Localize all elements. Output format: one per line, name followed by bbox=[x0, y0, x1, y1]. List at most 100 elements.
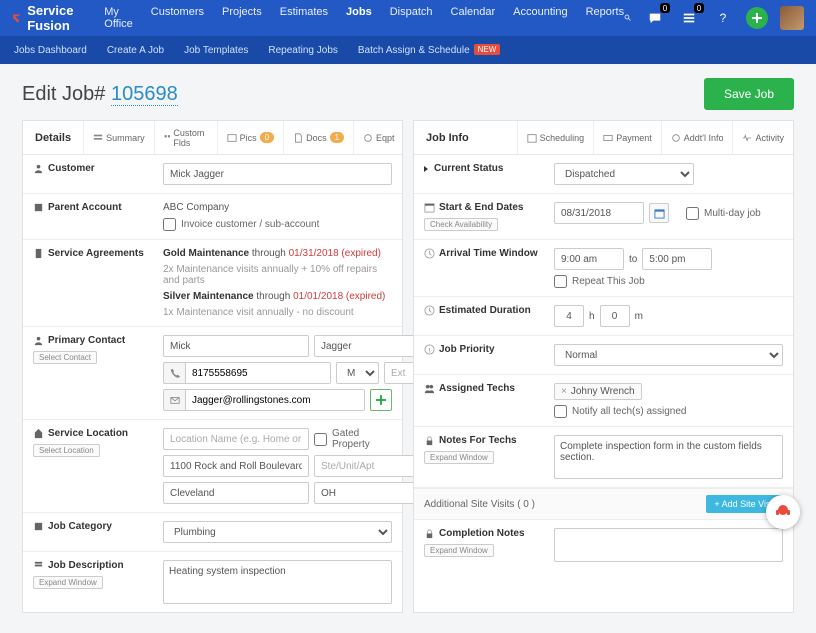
nav-jobs[interactable]: Jobs bbox=[346, 6, 372, 30]
sa-silver-sub: 1x Maintenance visit annually - no disco… bbox=[163, 307, 392, 318]
select-contact-button[interactable]: Select Contact bbox=[33, 351, 97, 364]
completion-notes-label: Completion Notes bbox=[439, 528, 525, 539]
subnav-job-templates[interactable]: Job Templates bbox=[184, 45, 248, 56]
save-button[interactable]: Save Job bbox=[704, 78, 794, 110]
customer-input[interactable] bbox=[163, 163, 392, 185]
chat-badge: 0 bbox=[660, 3, 670, 13]
service-agreements-label: Service Agreements bbox=[48, 248, 144, 259]
main-nav: My Office Customers Projects Estimates Jobs D… bbox=[104, 6, 624, 30]
invoice-sub-checkbox[interactable]: Invoice customer / sub-account bbox=[163, 218, 392, 231]
help-icon[interactable]: ? bbox=[712, 7, 734, 29]
user-avatar[interactable] bbox=[780, 6, 804, 30]
subnav-batch-assign-schedule[interactable]: Batch Assign & ScheduleNEW bbox=[358, 45, 500, 56]
clock-icon bbox=[424, 248, 435, 259]
select-location-button[interactable]: Select Location bbox=[33, 444, 100, 457]
tab-scheduling[interactable]: Scheduling bbox=[517, 121, 594, 154]
account-icon bbox=[33, 202, 44, 213]
nav-estimates[interactable]: Estimates bbox=[280, 6, 328, 30]
nav-dispatch[interactable]: Dispatch bbox=[390, 6, 433, 30]
gated-property-checkbox[interactable]: Gated Property bbox=[314, 428, 392, 450]
tab-payment[interactable]: Payment bbox=[593, 121, 661, 154]
notes-expand-button[interactable]: Expand Window bbox=[424, 451, 494, 464]
subnav-create-a-job[interactable]: Create A Job bbox=[107, 45, 164, 56]
street-input[interactable] bbox=[163, 455, 309, 477]
contact-phone-input[interactable] bbox=[163, 362, 331, 384]
tab-custom-fields[interactable]: Custom Flds bbox=[154, 121, 217, 154]
job-category-select[interactable]: Plumbing bbox=[163, 521, 392, 543]
arrival-to-input[interactable] bbox=[642, 248, 712, 270]
email-icon bbox=[170, 395, 180, 405]
city-input[interactable] bbox=[163, 482, 309, 504]
primary-contact-label: Primary Contact bbox=[48, 335, 125, 346]
start-date-input[interactable] bbox=[554, 202, 644, 224]
topbar: Service Fusion My OfficeCustomersProject… bbox=[0, 0, 816, 36]
jobinfo-title: Job Info bbox=[414, 132, 481, 144]
phone-type-select[interactable]: M bbox=[336, 362, 379, 384]
remove-tech-icon[interactable]: × bbox=[561, 386, 567, 397]
current-status-label: Current Status bbox=[434, 163, 503, 174]
tab-equipment[interactable]: Eqpt bbox=[353, 121, 404, 154]
subnav-jobs-dashboard[interactable]: Jobs Dashboard bbox=[14, 45, 87, 56]
list-badge: 0 bbox=[694, 3, 704, 13]
subnav-repeating-jobs[interactable]: Repeating Jobs bbox=[268, 45, 338, 56]
logo-icon bbox=[12, 10, 21, 26]
duration-icon bbox=[424, 305, 435, 316]
contact-icon bbox=[33, 335, 44, 346]
date-picker-button[interactable] bbox=[649, 203, 669, 223]
tab-summary[interactable]: Summary bbox=[83, 121, 154, 154]
to-label: to bbox=[629, 254, 637, 265]
job-number[interactable]: 105698 bbox=[111, 83, 178, 106]
list-icon[interactable]: 0 bbox=[678, 7, 700, 29]
notify-techs-checkbox[interactable]: Notify all tech(s) assigned bbox=[554, 405, 783, 418]
sa-silver: Silver Maintenance through 01/01/2018 (e… bbox=[163, 291, 392, 302]
location-name-input[interactable] bbox=[163, 428, 309, 450]
chat-icon[interactable]: 0 bbox=[644, 7, 666, 29]
current-status-select[interactable]: Dispatched bbox=[554, 163, 694, 185]
details-title: Details bbox=[23, 132, 83, 144]
nav-customers[interactable]: Customers bbox=[151, 6, 204, 30]
duration-mins-input[interactable] bbox=[600, 305, 630, 327]
sa-gold-sub: 2x Maintenance visits annually + 10% off… bbox=[163, 264, 392, 286]
estimated-duration-label: Estimated Duration bbox=[439, 305, 531, 316]
nav-accounting[interactable]: Accounting bbox=[513, 6, 567, 30]
check-availability-button[interactable]: Check Availability bbox=[424, 218, 498, 231]
priority-icon: ! bbox=[424, 344, 435, 355]
lock-icon bbox=[424, 435, 435, 446]
add-email-button[interactable] bbox=[370, 389, 392, 411]
duration-hours-input[interactable] bbox=[554, 305, 584, 327]
svg-text:!: ! bbox=[428, 347, 430, 354]
tab-activity[interactable]: Activity bbox=[732, 121, 793, 154]
search-icon[interactable] bbox=[624, 11, 632, 25]
add-button[interactable] bbox=[746, 7, 768, 29]
notes-for-techs-input[interactable]: Complete inspection form in the custom f… bbox=[554, 435, 783, 479]
start-end-dates-label: Start & End Dates bbox=[439, 202, 523, 213]
contact-email-input[interactable] bbox=[163, 389, 365, 411]
nav-reports[interactable]: Reports bbox=[586, 6, 625, 30]
job-description-input[interactable]: Heating system inspection bbox=[163, 560, 392, 604]
nav-projects[interactable]: Projects bbox=[222, 6, 262, 30]
description-icon bbox=[33, 560, 44, 571]
chevron-right-icon bbox=[424, 166, 428, 172]
tech-chip[interactable]: ×Johny Wrench bbox=[554, 383, 642, 400]
nav-calendar[interactable]: Calendar bbox=[451, 6, 496, 30]
topbar-icons: 0 0 ? bbox=[644, 6, 804, 30]
repeat-job-checkbox[interactable]: Repeat This Job bbox=[554, 275, 783, 288]
tab-pics[interactable]: Pics0 bbox=[217, 121, 283, 154]
sub-nav: Jobs Dashboard Create A Job Job Templates R… bbox=[0, 36, 816, 64]
desc-expand-button[interactable]: Expand Window bbox=[33, 576, 103, 589]
content-area: Details Summary Custom Flds Pics0 Docs1 … bbox=[0, 120, 816, 633]
completion-expand-button[interactable]: Expand Window bbox=[424, 544, 494, 557]
job-priority-label: Job Priority bbox=[439, 344, 495, 355]
customer-label: Customer bbox=[48, 163, 95, 174]
nav-my-office[interactable]: My Office bbox=[104, 6, 133, 30]
job-priority-select[interactable]: Normal bbox=[554, 344, 783, 366]
contact-first-input[interactable] bbox=[163, 335, 309, 357]
multiday-checkbox[interactable]: Multi-day job bbox=[686, 207, 761, 220]
details-panel: Details Summary Custom Flds Pics0 Docs1 … bbox=[22, 120, 403, 613]
tab-docs[interactable]: Docs1 bbox=[283, 121, 353, 154]
tab-addtl-info[interactable]: Addt'l Info bbox=[661, 121, 733, 154]
support-fab[interactable] bbox=[766, 495, 800, 529]
page-header: Edit Job# 105698 Save Job bbox=[0, 64, 816, 120]
completion-notes-input[interactable] bbox=[554, 528, 783, 562]
arrival-from-input[interactable] bbox=[554, 248, 624, 270]
